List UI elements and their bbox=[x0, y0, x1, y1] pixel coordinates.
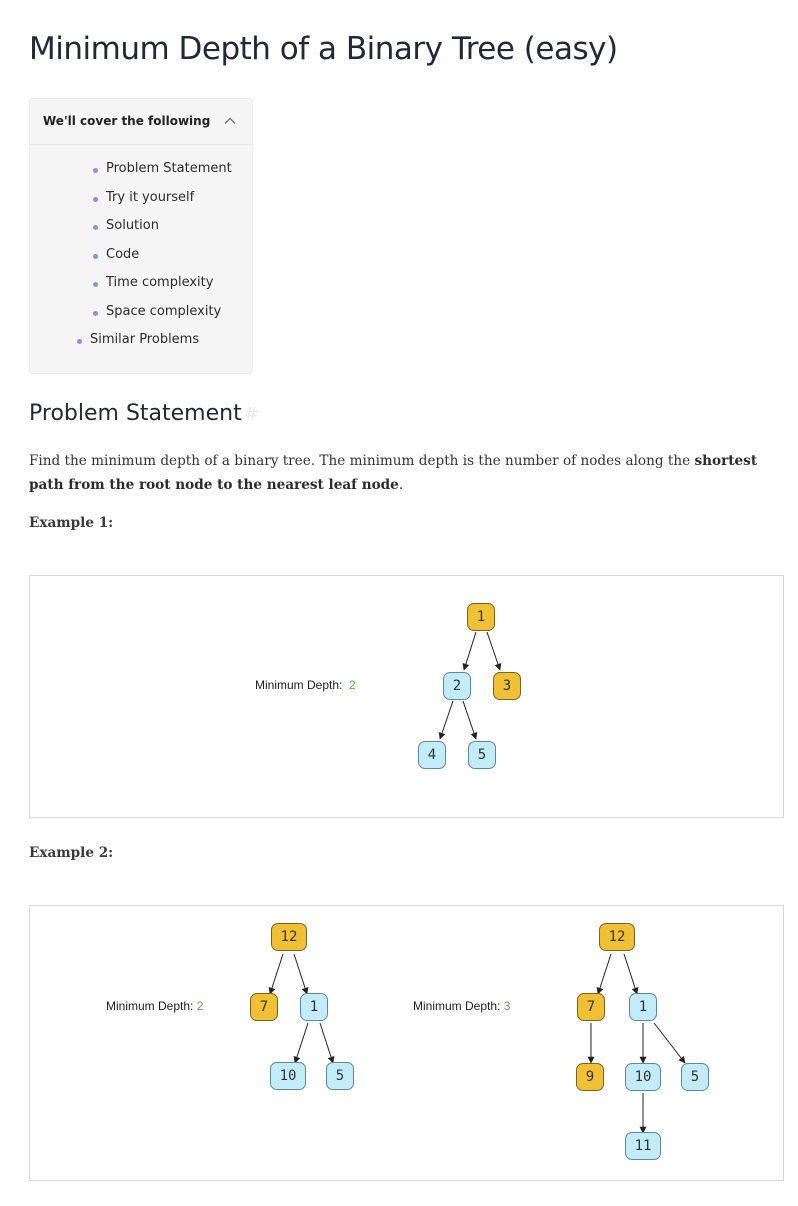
tree-node: 5 bbox=[681, 1063, 709, 1091]
toc-item-label: Problem Statement bbox=[106, 161, 232, 176]
tree-node: 7 bbox=[577, 993, 605, 1021]
toc-item-problem-statement[interactable]: Problem Statement bbox=[93, 161, 232, 176]
min-depth-text: Minimum Depth: bbox=[106, 999, 194, 1013]
toc-item-label: Solution bbox=[106, 218, 159, 233]
min-depth-label: Minimum Depth: 2 bbox=[255, 678, 356, 692]
tree-node: 1 bbox=[629, 993, 657, 1021]
min-depth-label: Minimum Depth: 3 bbox=[413, 999, 510, 1013]
toc-item-label: Space complexity bbox=[106, 304, 222, 319]
tree-node: 10 bbox=[625, 1063, 661, 1091]
edge bbox=[462, 631, 477, 671]
toc-item-label: Try it yourself bbox=[106, 190, 195, 205]
tree-node-root: 1 bbox=[467, 603, 495, 631]
toc-item-code[interactable]: Code bbox=[93, 247, 140, 262]
tree-node: 5 bbox=[326, 1062, 354, 1090]
toc-item-label: Similar Problems bbox=[90, 332, 200, 347]
edge bbox=[653, 1022, 686, 1064]
example-1-box: Minimum Depth: 2 1 2 3 4 5 bbox=[29, 575, 784, 818]
min-depth-text: Minimum Depth: bbox=[255, 678, 343, 692]
problem-description: Find the minimum depth of a binary tree.… bbox=[29, 449, 769, 497]
edge bbox=[462, 700, 478, 740]
tree-node: 4 bbox=[418, 741, 446, 769]
example-2-box: Minimum Depth: 2 Minimum Depth: 3 12 7 1… bbox=[29, 905, 784, 1181]
edge bbox=[596, 953, 612, 995]
edge bbox=[268, 953, 284, 995]
tree-node-root: 12 bbox=[599, 923, 635, 951]
toc-item-solution[interactable]: Solution bbox=[93, 218, 159, 233]
tree-node: 10 bbox=[270, 1062, 306, 1090]
bullet-icon bbox=[93, 311, 98, 316]
min-depth-text: Minimum Depth: bbox=[413, 999, 501, 1013]
bullet-icon bbox=[93, 197, 98, 202]
bullet-icon bbox=[93, 168, 98, 173]
edge bbox=[438, 700, 454, 740]
section-anchor-link[interactable]: # bbox=[244, 404, 259, 425]
table-of-contents: We'll cover the following Problem Statem… bbox=[29, 98, 253, 374]
toc-item-time-complexity[interactable]: Time complexity bbox=[93, 275, 214, 290]
tree-node-root: 12 bbox=[271, 923, 307, 951]
toc-item-space-complexity[interactable]: Space complexity bbox=[93, 304, 222, 319]
problem-text: Find the minimum depth of a binary tree.… bbox=[29, 453, 695, 469]
bullet-icon bbox=[77, 339, 82, 344]
bullet-icon bbox=[93, 254, 98, 259]
edge bbox=[486, 631, 502, 671]
min-depth-value: 2 bbox=[196, 999, 204, 1013]
problem-text-end: . bbox=[398, 477, 404, 493]
tree-node-leaf: 9 bbox=[576, 1063, 604, 1091]
tree-edges bbox=[268, 953, 686, 1134]
tree-edges bbox=[438, 631, 502, 740]
example-2-label: Example 2: bbox=[29, 845, 114, 861]
tree-node: 1 bbox=[300, 993, 328, 1021]
edge bbox=[293, 953, 309, 995]
tree-node-leaf: 7 bbox=[250, 993, 278, 1021]
tree-node: 5 bbox=[468, 741, 496, 769]
edge bbox=[293, 1022, 309, 1064]
toc-list: Problem Statement Try it yourself Soluti… bbox=[30, 99, 252, 373]
tree-node-leaf: 3 bbox=[493, 672, 521, 700]
toc-item-try-it-yourself[interactable]: Try it yourself bbox=[93, 190, 195, 205]
toc-item-label: Time complexity bbox=[106, 275, 214, 290]
edge bbox=[319, 1022, 335, 1064]
min-depth-label: Minimum Depth: 2 bbox=[106, 999, 203, 1013]
toc-item-label: Code bbox=[106, 247, 140, 262]
bullet-icon bbox=[93, 225, 98, 230]
section-title-text: Problem Statement bbox=[29, 401, 242, 426]
example-1-label: Example 1: bbox=[29, 515, 114, 531]
bullet-icon bbox=[93, 282, 98, 287]
min-depth-value: 3 bbox=[503, 999, 511, 1013]
toc-item-similar-problems[interactable]: Similar Problems bbox=[77, 332, 200, 347]
section-title: Problem Statement # bbox=[29, 401, 259, 426]
min-depth-value: 2 bbox=[349, 678, 356, 692]
edge bbox=[623, 953, 639, 995]
tree-node: 2 bbox=[443, 672, 471, 700]
page-title: Minimum Depth of a Binary Tree (easy) bbox=[29, 31, 618, 67]
tree-node: 11 bbox=[625, 1132, 661, 1160]
